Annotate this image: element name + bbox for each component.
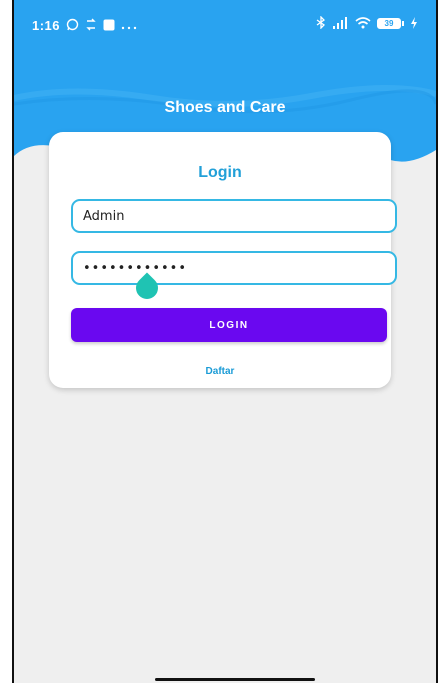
bluetooth-icon <box>315 15 327 31</box>
wifi-icon <box>355 16 371 31</box>
password-input[interactable] <box>71 251 397 285</box>
signal-icon <box>333 16 349 31</box>
login-card: Login Daftar <box>49 132 397 388</box>
login-button[interactable]: LOGIN <box>71 308 387 342</box>
home-indicator[interactable] <box>155 678 315 681</box>
battery-icon: 39 <box>377 18 401 29</box>
username-input[interactable] <box>71 199 397 233</box>
notification-square-icon <box>103 19 115 33</box>
login-title: Login <box>198 164 242 181</box>
phone-screen: 1:16 39 Shoes and Care Login Admin •••••… <box>12 0 438 683</box>
battery-tip-icon <box>402 21 404 26</box>
sync-icon <box>85 18 97 33</box>
whatsapp-icon <box>66 18 79 33</box>
status-bar: 1:16 39 <box>14 0 436 44</box>
more-notifications-icon <box>121 20 137 32</box>
charging-icon <box>410 16 418 31</box>
app-title: Shoes and Care <box>164 99 286 116</box>
status-time: 1:16 <box>32 18 61 33</box>
register-link[interactable]: Daftar <box>49 366 391 377</box>
status-right: 39 <box>315 15 418 31</box>
status-left: 1:16 <box>32 18 137 33</box>
